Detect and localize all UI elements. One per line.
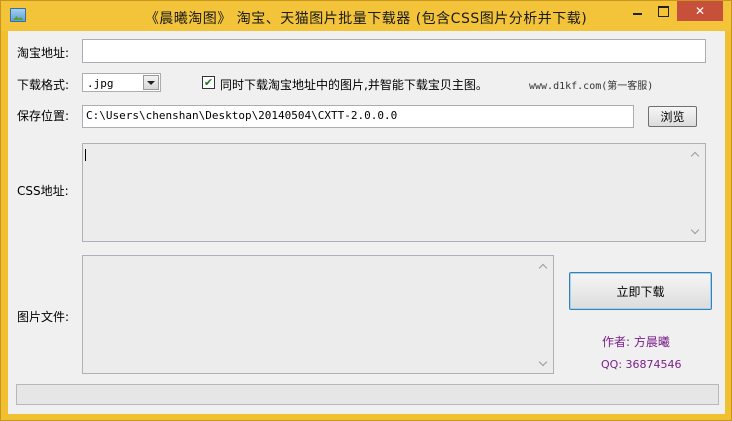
maximize-button[interactable] — [650, 1, 676, 21]
window-title: 《晨曦淘图》 淘宝、天猫图片批量下载器 (包含CSS图片分析并下载) — [144, 11, 588, 27]
sync-download-label: 同时下载淘宝地址中的图片,并智能下载宝贝主图。 — [220, 78, 488, 92]
website-text: www.d1kf.com(第一客服) — [529, 81, 654, 92]
download-now-button[interactable]: 立即下载 — [569, 272, 712, 310]
title-bar[interactable]: 《晨曦淘图》 淘宝、天猫图片批量下载器 (包含CSS图片分析并下载) ✕ — [1, 1, 731, 31]
taobao-url-label: 淘宝地址: — [17, 46, 70, 60]
format-select-value: .jpg — [87, 77, 114, 90]
checkmark-icon: ✔ — [203, 76, 214, 89]
browse-button[interactable]: 浏览 — [648, 106, 697, 127]
close-button[interactable]: ✕ — [677, 1, 723, 21]
status-bar — [16, 384, 719, 405]
image-files-label: 图片文件: — [17, 310, 70, 324]
author-qq: QQ: 36874546 — [601, 358, 682, 371]
css-address-textarea[interactable] — [82, 143, 706, 242]
save-location-label: 保存位置: — [17, 109, 70, 123]
app-window: 《晨曦淘图》 淘宝、天猫图片批量下载器 (包含CSS图片分析并下载) ✕ 淘宝地… — [0, 0, 732, 421]
image-files-textarea[interactable] — [82, 255, 554, 374]
scroll-up-icon[interactable] — [540, 262, 548, 270]
scroll-down-icon[interactable] — [540, 359, 548, 367]
sync-download-checkbox[interactable]: ✔ — [202, 76, 215, 89]
save-location-input[interactable]: C:\Users\chenshan\Desktop\20140504\CXTT-… — [82, 105, 634, 128]
scroll-down-icon[interactable] — [692, 227, 700, 235]
chevron-down-icon[interactable] — [143, 75, 159, 90]
image-files-scrollbar[interactable] — [536, 256, 553, 373]
taobao-url-input[interactable] — [82, 39, 706, 63]
text-caret — [85, 149, 86, 161]
scroll-up-icon[interactable] — [692, 150, 700, 158]
css-scrollbar[interactable] — [688, 144, 705, 241]
author-name: 作者: 方晨曦 — [602, 335, 670, 349]
css-address-label: CSS地址: — [17, 184, 69, 198]
format-select[interactable]: .jpg — [82, 73, 161, 92]
minimize-button[interactable] — [624, 1, 650, 21]
format-label: 下载格式: — [17, 78, 70, 92]
main-panel: 淘宝地址: 下载格式: .jpg ✔ 同时下载淘宝地址中的图片,并智能下载宝贝主… — [8, 31, 725, 414]
